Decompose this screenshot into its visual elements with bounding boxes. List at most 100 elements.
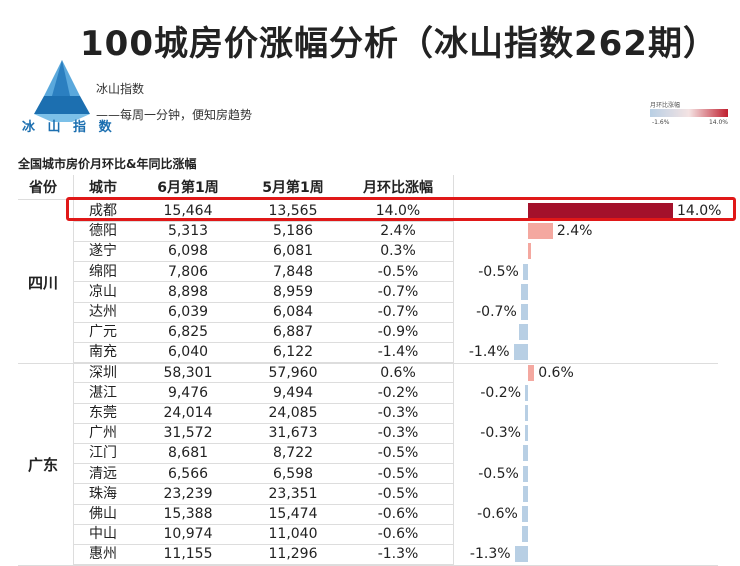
- city-cell: 东莞: [89, 405, 117, 421]
- mom-change-cell: -0.6%: [377, 506, 419, 522]
- mom-change-cell: 2.4%: [380, 223, 416, 240]
- mom-bar-label: -0.2%: [480, 384, 521, 401]
- may-price-cell: 5,186: [272, 223, 314, 240]
- chart-title: 全国城市房价月环比&年同比涨幅: [18, 157, 197, 171]
- city-cell: 佛山: [89, 506, 117, 522]
- mom-bar: [528, 364, 535, 381]
- mom-bar-label: -1.3%: [469, 546, 511, 563]
- brand-name: 冰山指数: [96, 82, 145, 96]
- mom-bar-label: -0.3%: [480, 425, 521, 442]
- mom-bar-label: 0.6%: [538, 364, 574, 381]
- june-price-cell: 6,098: [167, 243, 209, 260]
- may-price-cell: 8,722: [272, 445, 314, 462]
- col-header-province: 省份: [29, 180, 57, 196]
- mom-change-cell: 0.6%: [380, 364, 416, 381]
- city-cell: 清远: [89, 465, 117, 482]
- may-price-cell: 6,598: [272, 465, 314, 482]
- june-price-cell: 31,572: [163, 425, 213, 442]
- col-header-mom: 月环比涨幅: [363, 180, 433, 196]
- may-price-cell: 6,081: [272, 243, 314, 260]
- mom-change-cell: -0.5%: [377, 485, 419, 502]
- june-price-cell: 15,388: [163, 506, 213, 522]
- mom-bar: [522, 465, 528, 482]
- highlight-box: [66, 197, 736, 221]
- mom-bar-label: -0.5%: [478, 465, 519, 482]
- mom-change-cell: -0.7%: [377, 304, 419, 320]
- may-price-cell: 8,959: [272, 283, 314, 300]
- col-header-city: 城市: [89, 180, 117, 196]
- june-price-cell: 6,040: [167, 344, 209, 361]
- group-divider: [18, 564, 718, 566]
- mom-bar: [514, 546, 528, 563]
- city-cell: 湛江: [89, 384, 117, 401]
- mom-bar: [521, 526, 528, 543]
- mom-change-cell: 0.3%: [380, 243, 416, 260]
- mom-change-cell: -1.3%: [377, 546, 419, 563]
- city-cell: 遂宁: [89, 243, 117, 260]
- column-divider: [453, 175, 454, 565]
- city-cell: 中山: [89, 526, 117, 543]
- june-price-cell: 6,566: [167, 465, 209, 482]
- city-cell: 达州: [89, 304, 117, 320]
- col-header-june: 6月第1周: [157, 180, 219, 196]
- mom-bar: [521, 506, 528, 522]
- may-price-cell: 11,296: [268, 546, 318, 563]
- may-price-cell: 6,887: [272, 324, 314, 341]
- city-cell: 德阳: [89, 223, 117, 240]
- mom-bar: [522, 445, 528, 462]
- color-legend: 月环比涨幅 -1.6% 14.0%: [650, 100, 730, 130]
- may-price-cell: 15,474: [268, 506, 318, 522]
- col-header-may: 5月第1周: [262, 180, 324, 196]
- may-price-cell: 24,085: [268, 405, 318, 421]
- june-price-cell: 6,039: [167, 304, 209, 320]
- mom-bar: [522, 485, 528, 502]
- mom-bar-label: -0.5%: [478, 263, 519, 280]
- legend-gradient: [650, 109, 728, 117]
- mom-bar-label: -0.7%: [476, 304, 517, 320]
- city-cell: 惠州: [89, 546, 117, 563]
- mom-bar: [522, 263, 528, 280]
- june-price-cell: 11,155: [163, 546, 213, 563]
- mom-bar: [524, 405, 528, 421]
- may-price-cell: 9,494: [272, 384, 314, 401]
- legend-title: 月环比涨幅: [650, 102, 681, 109]
- mom-change-cell: -0.6%: [377, 526, 419, 543]
- mom-change-cell: -1.4%: [377, 344, 419, 361]
- june-price-cell: 8,898: [167, 283, 209, 300]
- page-title: 100城房价涨幅分析（冰山指数262期）: [80, 24, 718, 64]
- june-price-cell: 9,476: [167, 384, 209, 401]
- city-cell: 南充: [89, 344, 117, 361]
- legend-max: 14.0%: [708, 119, 728, 126]
- mom-bar: [520, 304, 528, 320]
- city-cell: 珠海: [89, 485, 117, 502]
- mom-bar: [528, 243, 532, 260]
- may-price-cell: 7,848: [272, 263, 314, 280]
- mom-bar-label: 2.4%: [556, 223, 593, 240]
- june-price-cell: 5,313: [167, 223, 209, 240]
- mom-bar-label: -0.6%: [477, 506, 518, 522]
- mom-change-cell: -0.3%: [377, 405, 419, 421]
- june-price-cell: 8,681: [167, 445, 209, 462]
- may-price-cell: 6,122: [272, 344, 314, 361]
- mom-bar: [520, 283, 528, 300]
- june-price-cell: 23,239: [163, 485, 213, 502]
- june-price-cell: 58,301: [163, 364, 213, 381]
- slogan: ——每周一分钟，便知房趋势: [96, 108, 253, 122]
- mom-bar-label: -1.4%: [468, 344, 510, 361]
- legend-min: -1.6%: [652, 119, 670, 126]
- city-cell: 绵阳: [89, 263, 117, 280]
- may-price-cell: 6,084: [272, 304, 314, 320]
- may-price-cell: 23,351: [268, 485, 318, 502]
- province-cell: 广东: [27, 455, 58, 474]
- mom-bar: [528, 223, 553, 240]
- mom-change-cell: -0.5%: [377, 445, 419, 462]
- june-price-cell: 7,806: [167, 263, 209, 280]
- mom-change-cell: -0.5%: [377, 465, 419, 482]
- june-price-cell: 10,974: [163, 526, 213, 543]
- may-price-cell: 57,960: [268, 364, 318, 381]
- may-price-cell: 11,040: [268, 526, 318, 543]
- mom-change-cell: -0.5%: [377, 263, 419, 280]
- column-divider: [73, 175, 74, 565]
- city-cell: 江门: [89, 445, 117, 462]
- city-cell: 凉山: [89, 283, 117, 300]
